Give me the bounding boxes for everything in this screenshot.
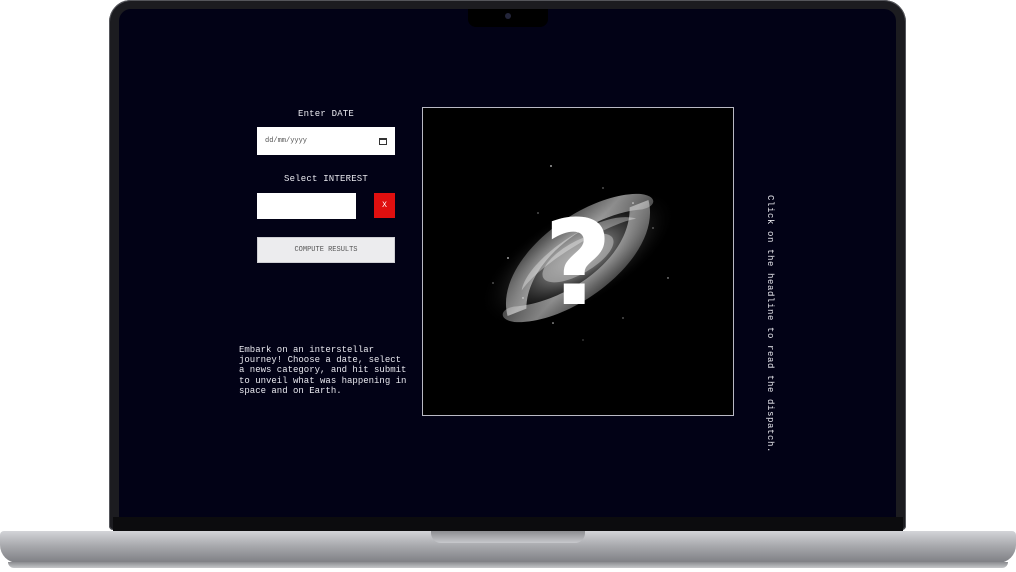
question-mark-glyph: ? — [544, 194, 612, 332]
interest-label: Select INTEREST — [283, 174, 368, 184]
galaxy-icon: ? — [480, 165, 676, 341]
date-label: Enter DATE — [297, 109, 354, 119]
screen-chin — [113, 517, 903, 531]
laptop-screen: Enter DATE dd/mm/yyyy Select INTEREST X … — [119, 9, 896, 518]
intro-text: Embark on an interstellar journey! Choos… — [239, 345, 407, 396]
date-placeholder: dd/mm/yyyy — [265, 137, 308, 145]
clear-interest-button[interactable]: X — [374, 193, 395, 218]
interest-select[interactable] — [257, 193, 356, 219]
result-image[interactable]: ? — [422, 107, 734, 416]
calendar-icon[interactable] — [379, 137, 387, 145]
laptop-base-edge — [8, 562, 1008, 568]
camera-icon — [505, 13, 511, 19]
date-input[interactable]: dd/mm/yyyy — [257, 127, 395, 155]
compute-results-button[interactable]: COMPUTE RESULTS — [257, 237, 395, 263]
headline-hint: Click on the headline to read the dispat… — [765, 195, 775, 454]
laptop-hinge-notch — [431, 531, 585, 543]
